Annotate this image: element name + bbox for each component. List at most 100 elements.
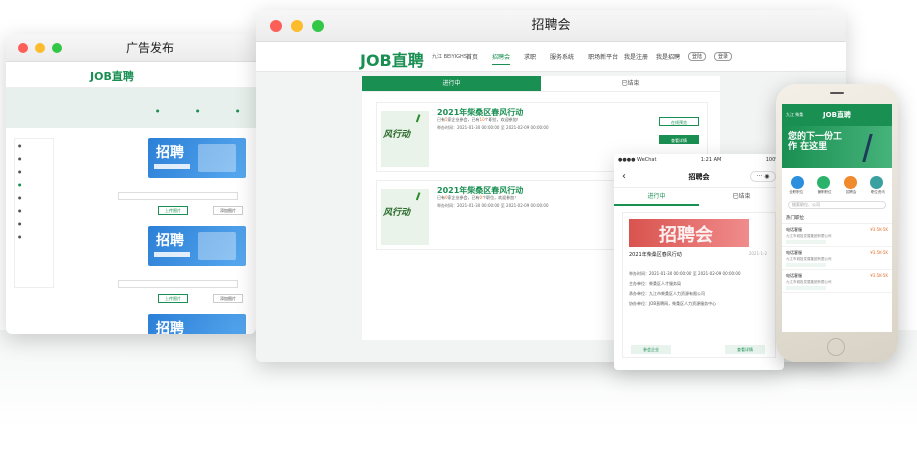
fair-window-title: 招聘会: [531, 18, 571, 33]
fair-logo[interactable]: JOB直聘: [360, 47, 424, 71]
nav-register-employer[interactable]: 我是招聘: [656, 52, 680, 61]
ad-link-input[interactable]: [118, 192, 238, 200]
mobile-card-line: 主办单位：柴桑区人才服务局: [629, 281, 681, 286]
nav-home[interactable]: 首页: [466, 52, 478, 65]
minimize-icon[interactable]: [35, 43, 45, 53]
phone-speaker: [830, 92, 844, 94]
add-image-button[interactable]: 添加图片: [213, 206, 243, 215]
ad-window-body: ● ● ● ● ● ● ● ● 招聘 上传图片 添加图片 招聘 上传图片 添加图…: [14, 138, 248, 334]
sidebar-item[interactable]: ●: [15, 191, 53, 204]
nav-job-fair[interactable]: 招聘会: [492, 52, 511, 65]
mobile-tab-ended[interactable]: 已结束: [699, 188, 784, 206]
nav-jobs[interactable]: 求职: [524, 52, 536, 65]
icon-label: 招聘会: [845, 190, 857, 194]
mobile-status-bar: ●●●● WeChat 1:21 AM 100%: [614, 154, 784, 166]
parttime-icon[interactable]: [817, 175, 831, 189]
nav-service[interactable]: 服务系统: [550, 52, 574, 65]
fair-icon[interactable]: [843, 175, 857, 189]
fair-top-nav: JOB直聘 九江 BEIYIGHS 首页 招聘会 求职 服务系统 职场新平台 我…: [256, 42, 846, 72]
job-tags: [786, 286, 826, 290]
sidebar-item[interactable]: ●: [15, 165, 53, 178]
login-button[interactable]: 登陆: [688, 52, 707, 61]
phone-job-item[interactable]: 电话客服 ¥3.5K-5K 九江市城投发展集团有限公司: [782, 224, 892, 247]
close-icon[interactable]: [18, 43, 28, 53]
phone-banner[interactable]: 您的下一份工作 在这里: [782, 126, 892, 168]
job-tags: [786, 263, 826, 267]
fair-card-sub: 已有0家企业参会，已有0个职位，欢迎参加！: [437, 195, 519, 200]
phone-section-title: 热门职位: [782, 209, 892, 224]
ad-sidebar: ● ● ● ● ● ● ● ●: [14, 138, 54, 288]
fair-card-badge: 风行动: [383, 208, 411, 218]
sidebar-item-active[interactable]: ●: [15, 178, 53, 191]
upload-button[interactable]: 上传图片: [158, 206, 188, 215]
upload-button[interactable]: 上传图片: [158, 294, 188, 303]
tab-ongoing[interactable]: 进行中: [362, 76, 541, 91]
ad-window-stats-band: ● ● ●: [6, 88, 256, 128]
ad-link-input[interactable]: [118, 280, 238, 288]
news-icon[interactable]: [870, 175, 884, 189]
add-image-button[interactable]: 添加图片: [213, 294, 243, 303]
ad-card: 招聘: [68, 314, 248, 334]
phone-search-input[interactable]: 搜索职位、公司: [788, 201, 886, 209]
city-label[interactable]: 九江 BEIYIGHS: [432, 53, 467, 60]
phone-device: 九江 柴桑 JOB直聘 您的下一份工作 在这里 全职职位 兼职职位 招聘会 职位…: [776, 84, 898, 362]
ad-banner-image: 招聘: [148, 226, 246, 266]
detail-button[interactable]: 查看详情: [659, 135, 699, 144]
ad-window-title: 广告发布: [126, 41, 175, 55]
job-name: 电话客服: [786, 227, 802, 232]
ad-banner-text: 招聘: [156, 233, 184, 249]
nav-platform[interactable]: 职场新平台: [588, 52, 618, 65]
phone-job-item[interactable]: 电话客服 ¥3.5K-5K 九江市城投发展集团有限公司: [782, 247, 892, 270]
job-salary: ¥3.5K-5K: [870, 227, 888, 232]
fair-card-badge: 风行动: [383, 130, 411, 140]
sidebar-item[interactable]: ●: [15, 139, 53, 152]
icon-label: 职位资讯: [870, 190, 885, 194]
ad-window-titlebar: 广告发布: [6, 34, 256, 62]
mobile-card-line: 举办时间：2021-01-30 00:00:00 至 2021-02-09 00…: [629, 271, 741, 276]
phone-banner-text: 您的下一份工作 在这里: [788, 132, 843, 152]
nav-register-seeker[interactable]: 我是注册: [624, 52, 648, 61]
ad-window-logo[interactable]: JOB直聘: [90, 68, 134, 84]
fulltime-icon[interactable]: [790, 175, 804, 189]
mobile-header: ‹ 招聘会 ··· ◉: [614, 166, 784, 188]
phone-job-item[interactable]: 电话客服 ¥3.5K-5K 九江市城投发展集团有限公司: [782, 270, 892, 293]
stat-a: ●: [156, 108, 160, 113]
mobile-detail-button[interactable]: 查看详情: [725, 345, 765, 354]
icon-label: 兼职职位: [817, 190, 832, 194]
runner-illustration-icon: [862, 134, 886, 162]
mobile-card-title: 2021年柴桑区春风行动: [629, 252, 682, 258]
job-company: 九江市城投发展集团有限公司: [786, 280, 832, 284]
job-name: 电话客服: [786, 250, 802, 255]
mobile-tabs: 进行中 已结束: [614, 188, 784, 206]
mobile-fair-card[interactable]: 招聘会 2021年柴桑区春风行动 2021-1-2 举办时间：2021-01-3…: [622, 212, 776, 358]
maximize-icon[interactable]: [52, 43, 62, 53]
sidebar-item[interactable]: ●: [15, 230, 53, 243]
capsule-menu-icon[interactable]: ··· ◉: [750, 171, 776, 182]
sidebar-item[interactable]: ●: [15, 217, 53, 230]
job-salary: ¥3.5K-5K: [870, 250, 888, 255]
register-button[interactable]: 登录: [714, 52, 733, 61]
ad-publish-window: 广告发布 JOB直聘 ● ● ● ● ● ● ● ● ● ● ● 招聘 上传图片…: [6, 34, 256, 334]
join-company-button[interactable]: 参会企业: [631, 345, 671, 354]
job-name: 电话客服: [786, 273, 802, 278]
ad-banner-text: 招聘: [156, 321, 184, 334]
tab-ended[interactable]: 已结束: [541, 76, 720, 91]
ad-banner-image: 招聘: [148, 138, 246, 178]
mobile-fair-window: ●●●● WeChat 1:21 AM 100% ‹ 招聘会 ··· ◉ 进行中…: [614, 154, 784, 370]
fair-card-time: 举办时间：2021-01-30 00:00:00 至 2021-02-09 00…: [437, 125, 549, 130]
preview-button[interactable]: 在线预览: [659, 117, 699, 126]
fair-card-image: 风行动: [381, 189, 429, 245]
job-tags: [786, 240, 826, 244]
fair-card-sub: 已有5家企业参会，已有10个职位，欢迎参加！: [437, 117, 521, 122]
phone-logo: JOB直聘: [823, 111, 851, 119]
status-time: 1:21 AM: [700, 157, 722, 163]
mobile-card-line: 承办单位：九江市柴桑区人力资源有限公司: [629, 291, 705, 296]
stage: 广告发布 JOB直聘 ● ● ● ● ● ● ● ● ● ● ● 招聘 上传图片…: [0, 0, 917, 471]
home-button[interactable]: [827, 338, 845, 356]
fair-window-titlebar: 招聘会: [256, 10, 846, 42]
ad-card: 招聘 上传图片 添加图片: [68, 138, 248, 220]
job-company: 九江市城投发展集团有限公司: [786, 234, 832, 238]
mobile-tab-ongoing[interactable]: 进行中: [614, 188, 699, 206]
sidebar-item[interactable]: ●: [15, 204, 53, 217]
sidebar-item[interactable]: ●: [15, 152, 53, 165]
